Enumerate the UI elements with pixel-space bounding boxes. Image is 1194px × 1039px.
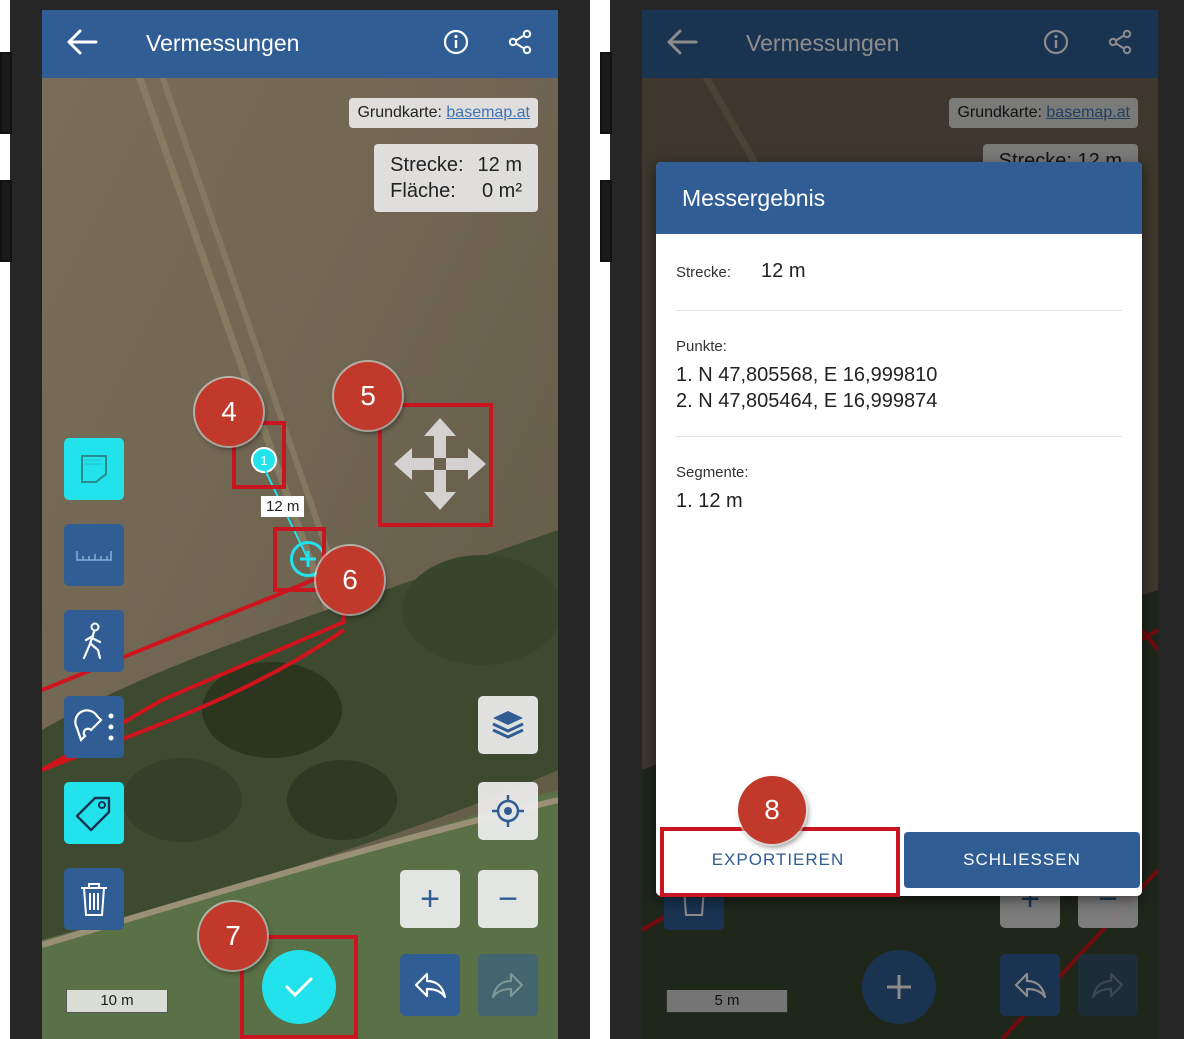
redo-button[interactable]	[478, 954, 538, 1016]
undo-button[interactable]	[400, 954, 460, 1016]
power-button	[0, 180, 12, 262]
strecke-section: Strecke: 12 m	[676, 234, 1122, 311]
polygon-icon	[81, 455, 107, 483]
segment-length-label: 12 m	[261, 496, 305, 517]
zoom-out-button[interactable]: −	[478, 870, 538, 928]
scale-bar: 10 m	[66, 990, 168, 1013]
strecke-value: 12 m	[761, 260, 806, 282]
snap-magnet-button[interactable]	[64, 696, 124, 758]
trash-icon	[81, 883, 107, 916]
walk-icon	[82, 622, 102, 660]
basemap-link[interactable]: basemap.at	[446, 104, 530, 121]
segmente-label: Segmente:	[676, 464, 749, 481]
segment-1: 1. 12 m	[676, 490, 743, 512]
magnet-icon	[74, 709, 114, 743]
punkt-1: 1. N 47,805568, E 16,999810	[676, 364, 938, 386]
polygon-tool-button[interactable]	[64, 438, 124, 500]
dialog-title: Messergebnis	[656, 162, 1142, 234]
strecke-value: 12 m	[477, 154, 522, 176]
measurement-summary: Strecke: 12 m Fläche: 0 m²	[374, 144, 538, 212]
distance-tool-button[interactable]	[64, 524, 124, 586]
step-marker-4: 4	[195, 378, 263, 446]
step-marker-7: 7	[199, 902, 267, 970]
flaeche-value: 0 m²	[482, 180, 522, 202]
highlight-move	[378, 403, 493, 527]
page-title: Vermessungen	[146, 30, 300, 56]
right-screen: Vermessungen Grundkarte: basemap.at Stre…	[642, 10, 1158, 1039]
layers-button[interactable]	[478, 696, 538, 754]
step-marker-8: 8	[738, 776, 806, 844]
volume-button	[600, 52, 612, 134]
ruler-icon	[76, 551, 112, 561]
volume-button	[0, 52, 12, 134]
back-arrow-icon[interactable]	[64, 24, 100, 60]
flaeche-label: Fläche:	[390, 180, 456, 202]
zoom-in-button[interactable]: +	[400, 870, 460, 928]
punkte-label: Punkte:	[676, 338, 727, 355]
info-icon[interactable]	[438, 24, 474, 60]
app-bar: Vermessungen	[42, 10, 558, 78]
left-screen: Vermessungen Grundkarte: basemap.at Stre…	[42, 10, 558, 1039]
delete-button[interactable]	[64, 868, 124, 930]
basemap-attribution: Grundkarte: basemap.at	[349, 98, 538, 128]
left-phone-frame: Vermessungen Grundkarte: basemap.at Stre…	[0, 0, 590, 1039]
close-button[interactable]: SCHLIESSEN	[904, 832, 1140, 888]
label-tag-button[interactable]	[64, 782, 124, 844]
tag-icon	[75, 796, 111, 832]
step-marker-6: 6	[316, 546, 384, 614]
punkte-section: Punkte: 1. N 47,805568, E 16,999810 2. N…	[676, 310, 1122, 437]
power-button	[600, 180, 612, 262]
zoom-in-label: +	[420, 879, 440, 918]
share-icon[interactable]	[502, 24, 538, 60]
attribution-prefix: Grundkarte:	[357, 104, 442, 121]
zoom-out-label: −	[498, 879, 518, 918]
layers-icon	[492, 711, 524, 739]
punkt-2: 2. N 47,805464, E 16,999874	[676, 390, 938, 412]
locate-button[interactable]	[478, 782, 538, 840]
step-marker-5: 5	[334, 362, 402, 430]
right-phone-frame: Vermessungen Grundkarte: basemap.at Stre…	[600, 0, 1184, 1039]
locate-icon	[492, 795, 524, 827]
redo-icon	[491, 972, 524, 999]
strecke-label: Strecke:	[676, 264, 732, 281]
undo-icon	[414, 972, 447, 999]
gps-walk-button[interactable]	[64, 610, 124, 672]
result-dialog: Messergebnis Strecke: 12 m Punkte: 1. N …	[656, 162, 1142, 896]
strecke-label: Strecke:	[390, 154, 464, 176]
